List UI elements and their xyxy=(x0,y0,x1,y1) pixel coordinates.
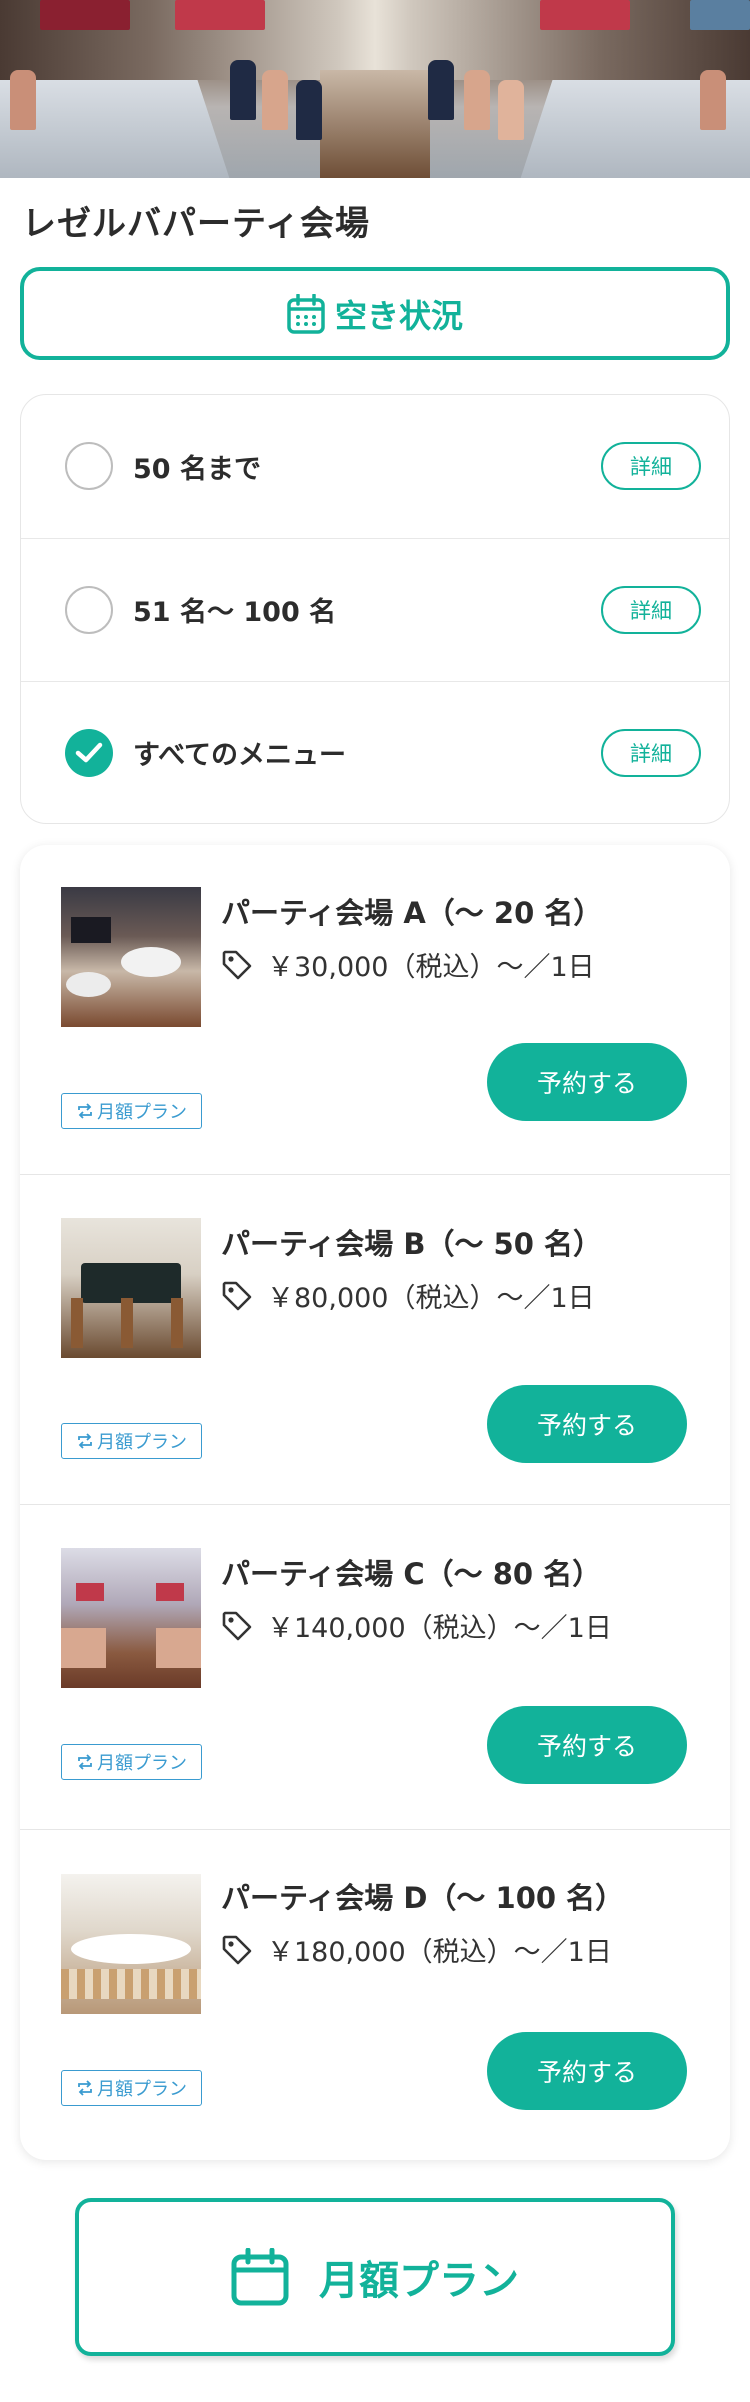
monthly-plan-badge-label: 月額プラン xyxy=(97,1753,187,1774)
calendar-icon xyxy=(231,2248,289,2306)
monthly-plan-badge: 月額プラン xyxy=(61,2070,202,2106)
calendar-icon xyxy=(287,293,325,334)
filter-option-all-menu[interactable]: すべてのメニュー 詳細 xyxy=(21,681,729,823)
filter-option-51-to-100[interactable]: 51 名〜 100 名 詳細 xyxy=(21,538,729,680)
capacity-filter-list: 50 名まで 詳細 51 名〜 100 名 詳細 すべてのメニュー 詳細 xyxy=(20,394,730,824)
detail-button[interactable]: 詳細 xyxy=(601,728,701,777)
reserve-button[interactable]: 予約する xyxy=(487,1043,687,1121)
room-price: ￥140,000（税込）〜／1日 xyxy=(267,1613,612,1644)
tag-icon xyxy=(222,1935,252,1964)
price-row: ￥30,000（税込）〜／1日 xyxy=(221,945,595,984)
room-item: パーティ会場 D（〜 100 名） ￥180,000（税込）〜／1日 予約する … xyxy=(20,1831,730,2160)
check-icon xyxy=(75,742,103,762)
room-name: パーティ会場 A（〜 20 名） xyxy=(221,896,603,930)
repeat-icon xyxy=(78,2080,92,2096)
availability-button-label: 空き状況 xyxy=(334,296,463,335)
repeat-icon xyxy=(78,1103,92,1119)
room-photo xyxy=(61,887,201,1027)
radio-button[interactable] xyxy=(65,442,113,490)
room-item: パーティ会場 A（〜 20 名） ￥30,000（税込）〜／1日 予約する 月額… xyxy=(20,845,730,1175)
filter-option-label: 50 名まで xyxy=(133,453,261,485)
repeat-icon xyxy=(78,1433,92,1449)
radio-button[interactable] xyxy=(65,585,113,634)
price-row: ￥80,000（税込）〜／1日 xyxy=(221,1276,595,1315)
filter-option-label: すべてのメニュー xyxy=(133,740,347,771)
room-list: パーティ会場 A（〜 20 名） ￥30,000（税込）〜／1日 予約する 月額… xyxy=(20,845,730,2160)
reserve-button[interactable]: 予約する xyxy=(487,1706,687,1784)
radio-button-checked[interactable] xyxy=(65,728,113,777)
room-name: パーティ会場 D（〜 100 名） xyxy=(221,1881,625,1915)
tag-icon xyxy=(222,1281,252,1310)
price-row: ￥180,000（税込）〜／1日 xyxy=(221,1930,612,1969)
room-name: パーティ会場 C（〜 80 名） xyxy=(221,1557,602,1591)
repeat-icon xyxy=(78,1754,92,1770)
detail-button[interactable]: 詳細 xyxy=(601,585,701,634)
filter-option-up-to-50[interactable]: 50 名まで 詳細 xyxy=(21,395,729,537)
monthly-plan-badge-label: 月額プラン xyxy=(97,1102,187,1123)
availability-button[interactable]: 空き状況 xyxy=(20,267,730,360)
reserve-button[interactable]: 予約する xyxy=(487,2032,687,2110)
room-photo xyxy=(61,1548,201,1688)
room-item: パーティ会場 B（〜 50 名） ￥80,000（税込）〜／1日 予約する 月額… xyxy=(20,1176,730,1505)
monthly-plan-badge: 月額プラン xyxy=(61,1093,202,1129)
monthly-plan-badge: 月額プラン xyxy=(61,1423,202,1459)
monthly-plan-badge-label: 月額プラン xyxy=(97,2079,187,2100)
reserve-button[interactable]: 予約する xyxy=(487,1385,687,1463)
room-price: ￥80,000（税込）〜／1日 xyxy=(267,1283,595,1314)
monthly-plan-badge: 月額プラン xyxy=(61,1744,202,1780)
monthly-plan-badge-label: 月額プラン xyxy=(97,1432,187,1453)
venue-title: レゼルバパーティ会場 xyxy=(22,204,370,244)
monthly-plan-button[interactable]: 月額プラン xyxy=(75,2198,675,2356)
room-name: パーティ会場 B（〜 50 名） xyxy=(221,1227,603,1261)
room-price: ￥30,000（税込）〜／1日 xyxy=(267,952,595,983)
room-photo xyxy=(61,1218,201,1358)
hero-image xyxy=(0,0,750,178)
tag-icon xyxy=(222,1611,252,1640)
room-photo xyxy=(61,1874,201,2014)
room-price: ￥180,000（税込）〜／1日 xyxy=(267,1937,612,1968)
filter-option-label: 51 名〜 100 名 xyxy=(133,597,337,628)
room-item: パーティ会場 C（〜 80 名） ￥140,000（税込）〜／1日 予約する 月… xyxy=(20,1506,730,1830)
monthly-plan-button-label: 月額プラン xyxy=(319,2258,519,2304)
detail-button[interactable]: 詳細 xyxy=(601,442,701,490)
tag-icon xyxy=(222,950,252,979)
price-row: ￥140,000（税込）〜／1日 xyxy=(221,1606,612,1645)
